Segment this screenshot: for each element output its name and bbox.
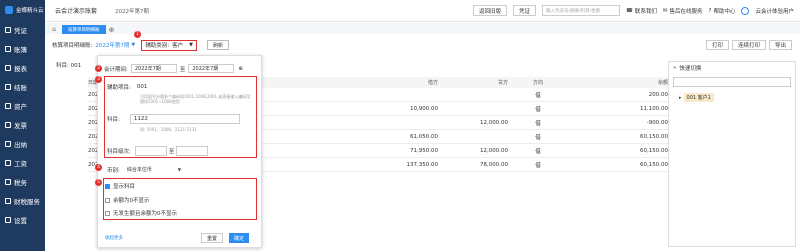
chevron-down-icon[interactable]: ▼ xyxy=(178,167,181,172)
salary-icon xyxy=(5,159,11,166)
help-center-link[interactable]: ? 帮助中心 xyxy=(709,7,736,15)
online-service-link[interactable]: ✉ 售后在线服务 xyxy=(663,7,703,15)
voucher-type-select[interactable]: 凭证 xyxy=(513,5,537,16)
report-icon xyxy=(5,64,11,71)
filter-label: 核算项目明细账: xyxy=(52,43,93,49)
step-badge-3: 3 xyxy=(95,76,102,83)
expand-icon[interactable]: ▸ xyxy=(679,95,682,101)
logo-icon xyxy=(5,6,13,14)
tab-aux-ledger[interactable]: 核算项目明细账 xyxy=(62,25,106,34)
sidebar-item-voucher[interactable]: 凭证 xyxy=(0,20,45,39)
aux-item-input[interactable]: 001 xyxy=(133,82,234,92)
add-circle-icon[interactable]: ⊕ xyxy=(238,66,243,72)
level-from-input[interactable] xyxy=(134,146,167,156)
chevron-down-icon: ▼ xyxy=(189,42,193,48)
currency-select[interactable]: 综合本位币 xyxy=(123,165,178,174)
add-tab-icon[interactable]: ⊕ xyxy=(108,25,116,34)
sidebar-item-tax[interactable]: 税务 xyxy=(0,172,45,191)
chat-icon: ✉ xyxy=(662,7,668,14)
sidebar-item-salary[interactable]: 工资 xyxy=(0,153,45,172)
user-name[interactable]: 云会计体验用户 xyxy=(755,7,794,15)
topbar-actions: 返回旧版 凭证 输入凭证号/摘要/科目/金额 ☎ 联系我们 ✉ 售后在线服务 ? 帮助… xyxy=(473,5,794,16)
quick-switch-panel: » 快速切换 ▸ 001 客户1 xyxy=(668,61,796,247)
sidebar: 金蝶精斗云 凭证 账簿 报表 结账 资产 发票 出纳 工资 税务 财税服务 设置 xyxy=(0,0,45,251)
avatar[interactable] xyxy=(741,6,750,15)
sidebar-item-cashier[interactable]: 出纳 xyxy=(0,134,45,153)
sidebar-item-report[interactable]: 报表 xyxy=(0,58,45,77)
voucher-search-input[interactable]: 输入凭证号/摘要/科目/金额 xyxy=(542,5,621,16)
help-icon: ? xyxy=(708,7,712,14)
assets-icon xyxy=(5,102,11,109)
period-dropdown[interactable]: 2022年第7期 xyxy=(95,41,129,49)
gear-icon xyxy=(5,216,11,223)
tab-bar: ⌂ 核算项目明细账 ⊕ xyxy=(45,23,800,34)
zero-balance-option[interactable]: 余额为0不显示 xyxy=(105,196,150,204)
sidebar-item-ledger[interactable]: 账簿 xyxy=(0,39,45,58)
ledger-icon xyxy=(5,45,11,52)
subject-label: 科目: 001 xyxy=(56,63,82,69)
filter-bar: 核算项目明细账: 2022年第7期 ▼ 辅助类别: 客户 ▼ 刷新 xyxy=(52,38,229,52)
home-icon[interactable]: ⌂ xyxy=(49,25,59,34)
current-period: 2022年第7期 xyxy=(115,8,150,15)
sidebar-item-settings[interactable]: 设置 xyxy=(0,210,45,229)
currency-row: 币别: 综合本位币 ▼ xyxy=(107,165,181,174)
period-from-select[interactable]: 2022年7期 xyxy=(130,64,177,73)
chevron-right-icon[interactable]: » xyxy=(673,65,676,71)
step-badge-5: 5 xyxy=(95,179,102,186)
phone-icon: ☎ xyxy=(626,7,633,14)
filter-popup: 会计期间: 2022年7期 至 2022年7期 ⊕ 辅助项目: 001 可用逗号… xyxy=(97,55,262,248)
quick-switch-header: » 快速切换 xyxy=(673,65,702,72)
period-to-select[interactable]: 2022年7期 xyxy=(188,64,235,73)
contact-link[interactable]: ☎ 联系我们 xyxy=(626,7,657,15)
aux-type-select[interactable]: 辅助类别: 客户 ▼ xyxy=(141,39,197,51)
confirm-button[interactable]: 确定 xyxy=(229,233,250,243)
quick-switch-search-input[interactable] xyxy=(673,77,791,87)
print-button[interactable]: 打印 xyxy=(705,40,729,50)
sidebar-item-assets[interactable]: 资产 xyxy=(0,96,45,115)
chevron-down-icon[interactable]: ▼ xyxy=(131,42,135,48)
level-to-input[interactable] xyxy=(176,146,209,156)
sidebar-item-invoice[interactable]: 发票 xyxy=(0,115,45,134)
logo: 金蝶精斗云 xyxy=(0,0,45,20)
step-badge-4: 4 xyxy=(95,164,102,171)
tax-icon xyxy=(5,178,11,185)
refresh-button[interactable]: 刷新 xyxy=(206,40,229,50)
quick-switch-item[interactable]: ▸ 001 客户1 xyxy=(679,93,795,102)
level-row: 科目级次: 至 xyxy=(107,146,209,156)
export-button[interactable]: 导出 xyxy=(768,40,792,50)
account-select[interactable]: 云会计演示账套 xyxy=(55,6,97,15)
zero-balance-checkbox[interactable] xyxy=(105,197,110,203)
aux-item-hint: 可用逗号分隔多个编码如1001,1008,2001,或直接输入编码范围如1001… xyxy=(140,94,251,104)
subject-hint: 例: 1001、1008、2121-2131 xyxy=(140,127,197,132)
continuous-print-button[interactable]: 连续打印 xyxy=(731,40,766,50)
reset-button[interactable]: 重置 xyxy=(201,233,224,243)
back-old-version-button[interactable]: 返回旧版 xyxy=(473,5,508,16)
sidebar-item-closing[interactable]: 结账 xyxy=(0,77,45,96)
step-badge-2: 2 xyxy=(95,65,102,72)
sidebar-item-finance-service[interactable]: 财税服务 xyxy=(0,191,45,210)
collapse-more-link[interactable]: 收起更多 xyxy=(105,235,123,241)
subject-row: 科目: 1122 xyxy=(107,114,240,124)
no-occur-option[interactable]: 无发生额且余额为0不显示 xyxy=(105,209,177,217)
step-badge-1: 1 xyxy=(134,31,141,38)
voucher-icon xyxy=(5,26,11,33)
show-subject-option[interactable]: 显示科目 xyxy=(105,182,135,190)
toolbar-right: 打印 连续打印 导出 xyxy=(705,40,792,50)
closing-icon xyxy=(5,83,11,90)
no-occur-checkbox[interactable] xyxy=(105,210,110,216)
subject-input[interactable]: 1122 xyxy=(129,114,240,124)
invoice-icon xyxy=(5,121,11,128)
cashier-icon xyxy=(5,140,11,147)
aux-item-row: 辅助项目: 001 xyxy=(107,82,234,92)
topbar: 云会计演示账套 2022年第7期 返回旧版 凭证 输入凭证号/摘要/科目/金额 … xyxy=(45,0,800,22)
finance-service-icon xyxy=(5,197,11,204)
show-subject-checkbox[interactable] xyxy=(105,183,110,189)
period-row: 会计期间: 2022年7期 至 2022年7期 ⊕ xyxy=(104,64,243,73)
